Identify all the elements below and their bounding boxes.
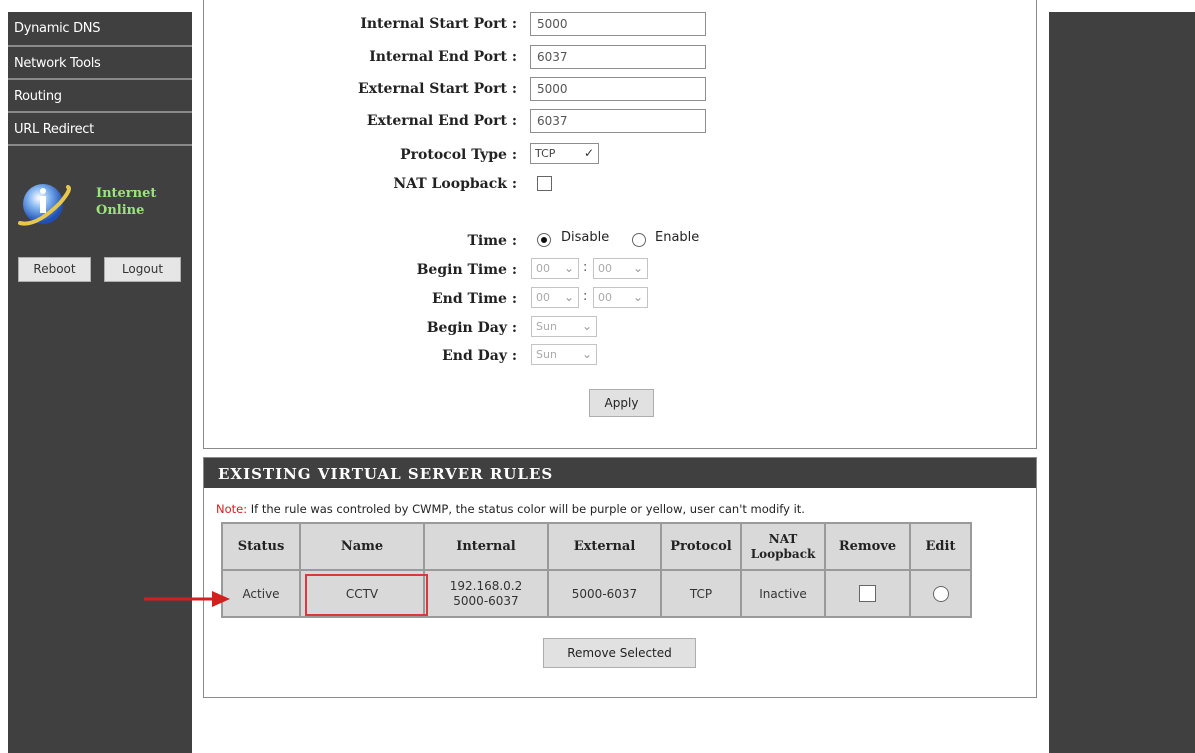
col-nat-loopback: NAT Loopback: [742, 524, 824, 569]
end-time-colon: :: [583, 289, 588, 304]
label-external-start-port: External Start Port :: [358, 81, 517, 97]
chevron-down-icon: ⌄: [563, 290, 574, 304]
protocol-type-select[interactable]: TCP ✓: [530, 143, 599, 164]
row-external-start-port: External Start Port :: [204, 77, 1034, 103]
cell-internal-ip: 192.168.0.2: [449, 578, 523, 593]
row-external-end-port: External End Port :: [204, 109, 1034, 135]
label-end-time: End Time :: [431, 291, 517, 307]
begin-time-minute-select[interactable]: 00 ⌄: [593, 258, 648, 279]
internal-end-port-input[interactable]: [530, 45, 706, 69]
internal-start-port-input[interactable]: [530, 12, 706, 36]
col-edit: Edit: [911, 524, 970, 569]
cell-internal-ports: 5000-6037: [453, 593, 519, 608]
chevron-down-icon: ⌄: [563, 261, 574, 275]
row-nat-loopback: NAT Loopback :: [204, 172, 1034, 198]
left-sidebar: Dynamic DNS Network Tools Routing URL Re…: [8, 12, 192, 753]
reboot-button[interactable]: Reboot: [18, 257, 91, 282]
red-arrow-icon: [144, 591, 230, 607]
end-time-hour-value: 00: [536, 291, 550, 304]
label-protocol-type: Protocol Type :: [400, 147, 517, 163]
label-internal-end-port: Internal End Port :: [369, 49, 517, 65]
end-time-minute-select[interactable]: 00 ⌄: [593, 287, 648, 308]
begin-time-hour-value: 00: [536, 262, 550, 275]
chevron-down-icon: ⌄: [632, 290, 643, 304]
external-start-port-input[interactable]: [530, 77, 706, 101]
col-external: External: [549, 524, 660, 569]
cell-edit: [911, 571, 970, 616]
right-side-panel: [1049, 12, 1195, 753]
name-cell-highlight: [305, 574, 428, 616]
remove-selected-button[interactable]: Remove Selected: [543, 638, 696, 668]
begin-time-hour-select[interactable]: 00 ⌄: [531, 258, 579, 279]
note-text: If the rule was controled by CWMP, the s…: [247, 502, 805, 516]
row-begin-day: Begin Day : Sun ⌄: [204, 316, 1034, 342]
label-external-end-port: External End Port :: [366, 113, 517, 129]
apply-button[interactable]: Apply: [589, 389, 654, 417]
row-time: Time : Disable Enable: [204, 229, 1034, 255]
col-status: Status: [223, 524, 299, 569]
external-end-port-input[interactable]: [530, 109, 706, 133]
status-line-online: Online: [96, 203, 145, 218]
logout-button[interactable]: Logout: [104, 257, 181, 282]
col-internal: Internal: [425, 524, 547, 569]
end-day-value: Sun: [536, 348, 557, 361]
menu-item-routing[interactable]: Routing: [8, 80, 192, 113]
remove-checkbox[interactable]: [859, 585, 876, 602]
table-header-row: Status Name Internal External Protocol N…: [223, 524, 970, 569]
menu-item-network-tools[interactable]: Network Tools: [8, 47, 192, 80]
internet-globe-icon: [18, 184, 71, 226]
begin-time-colon: :: [583, 260, 588, 275]
row-end-day: End Day : Sun ⌄: [204, 344, 1034, 370]
end-time-hour-select[interactable]: 00 ⌄: [531, 287, 579, 308]
row-internal-end-port: Internal End Port :: [204, 45, 1034, 71]
chevron-down-icon: ⌄: [581, 347, 592, 361]
cell-protocol: TCP: [662, 571, 740, 616]
begin-day-select[interactable]: Sun ⌄: [531, 316, 597, 337]
rules-header: EXISTING VIRTUAL SERVER RULES: [204, 458, 1036, 488]
status-line-internet: Internet: [96, 186, 157, 201]
label-time: Time :: [467, 233, 518, 249]
time-enable-label: Enable: [655, 230, 700, 245]
note-key: Note:: [216, 502, 248, 516]
row-begin-time: Begin Time : 00 ⌄ : 00 ⌄: [204, 258, 1034, 284]
col-name: Name: [301, 524, 423, 569]
row-internal-start-port: Internal Start Port :: [204, 12, 1034, 38]
time-disable-radio[interactable]: [537, 233, 551, 247]
protocol-type-value: TCP: [535, 147, 556, 160]
cell-nat-loopback: Inactive: [742, 571, 824, 616]
chevron-down-icon: ⌄: [581, 319, 592, 333]
cell-status: Active: [223, 571, 299, 616]
label-end-day: End Day :: [442, 348, 517, 364]
label-begin-day: Begin Day :: [426, 320, 517, 336]
cwmp-note: Note: If the rule was controled by CWMP,…: [216, 502, 805, 516]
internet-status: Internet Online: [16, 177, 186, 237]
chevron-down-icon: ⌄: [632, 261, 643, 275]
begin-time-minute-value: 00: [598, 262, 612, 275]
label-internal-start-port: Internal Start Port :: [360, 16, 517, 32]
cell-external: 5000-6037: [549, 571, 660, 616]
menu-item-dynamic-dns[interactable]: Dynamic DNS: [8, 12, 192, 47]
row-end-time: End Time : 00 ⌄ : 00 ⌄: [204, 287, 1034, 313]
edit-radio[interactable]: [932, 585, 949, 602]
virtual-server-form: Internal Start Port : Internal End Port …: [203, 0, 1037, 449]
time-disable-label: Disable: [561, 230, 610, 245]
internet-status-text: Internet Online: [96, 185, 156, 219]
end-time-minute-value: 00: [598, 291, 612, 304]
begin-day-value: Sun: [536, 320, 557, 333]
menu-item-url-redirect[interactable]: URL Redirect: [8, 113, 192, 146]
chevron-down-icon: ✓: [583, 146, 594, 160]
col-remove: Remove: [826, 524, 909, 569]
nat-loopback-checkbox[interactable]: [537, 176, 552, 191]
time-enable-radio[interactable]: [632, 233, 646, 247]
col-protocol: Protocol: [662, 524, 740, 569]
label-nat-loopback: NAT Loopback :: [393, 176, 517, 192]
cell-internal: 192.168.0.2 5000-6037: [425, 571, 547, 616]
row-protocol-type: Protocol Type : TCP ✓: [204, 143, 1034, 169]
cell-remove: [826, 571, 909, 616]
label-begin-time: Begin Time :: [416, 262, 517, 278]
end-day-select[interactable]: Sun ⌄: [531, 344, 597, 365]
